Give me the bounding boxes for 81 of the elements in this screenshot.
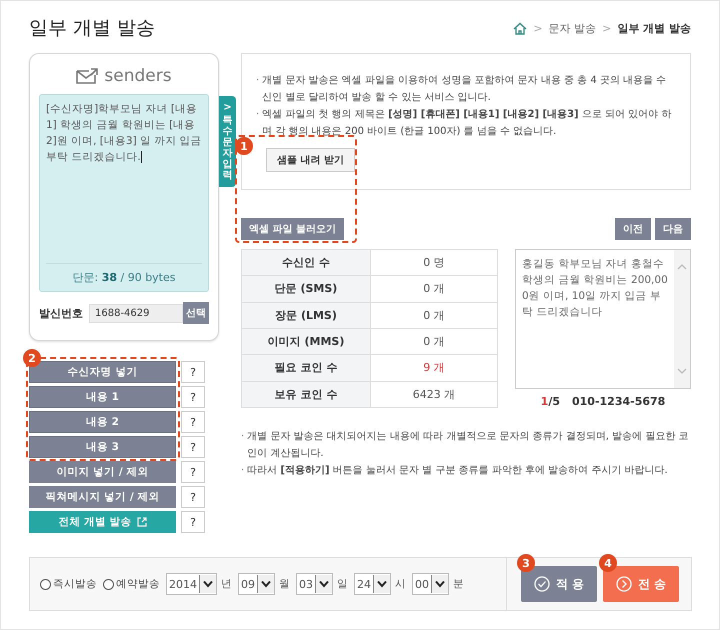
excel-load-button[interactable]: 엑셀 파일 불러오기 bbox=[241, 218, 344, 240]
unit-label: 분 bbox=[453, 577, 464, 591]
table-header-cell: 필요 코인 수 bbox=[242, 354, 370, 382]
dropdown[interactable]: 00 bbox=[412, 573, 449, 595]
dropdown[interactable]: 03 bbox=[296, 573, 333, 595]
sample-download-button[interactable]: 샘플 내려 받기 bbox=[266, 148, 355, 172]
table-header-cell: 장문 (LMS) bbox=[242, 302, 370, 328]
bullet: · bbox=[241, 464, 244, 478]
pager-button[interactable]: 이전 bbox=[615, 218, 651, 240]
insert-button[interactable]: 수신자명 넣기 bbox=[29, 361, 176, 383]
note-text: 따라서 [적용하기] 버튼을 눌러서 문자 별 구분 종류를 파악한 후에 발송하여 주시기 바랍니다. bbox=[247, 464, 668, 478]
table-cell: 9 개 bbox=[370, 354, 498, 382]
chevron-down-icon bbox=[435, 580, 445, 588]
special-character-tab[interactable]: > 특수문자 입력 bbox=[219, 96, 236, 187]
note-text: 개별 문자 발송은 대치되어지는 내용에 따라 개별적으로 문자의 종류가 결정되며, 발송에 필요한 코인이 계산됩니다. bbox=[247, 430, 690, 461]
action-button[interactable]: 적 용 bbox=[521, 566, 597, 602]
breadcrumb-link[interactable]: 일부 개별 발송 bbox=[617, 20, 691, 36]
table-cell: 0 개 bbox=[370, 328, 498, 355]
help-button[interactable]: ? bbox=[181, 461, 205, 483]
chevron-down-icon bbox=[203, 580, 213, 588]
check-circle-icon bbox=[534, 576, 550, 592]
table-header-cell: 보유 코인 수 bbox=[242, 381, 370, 408]
table-cell: 6423 개 bbox=[370, 381, 498, 408]
chevron-down-icon bbox=[377, 580, 387, 588]
dropdown[interactable]: 2014 bbox=[166, 573, 217, 595]
unit-label: 월 bbox=[279, 577, 290, 591]
bullet: · bbox=[241, 430, 244, 444]
sender-number-field[interactable]: 1688-4629 bbox=[89, 304, 183, 322]
help-button[interactable]: ? bbox=[181, 486, 205, 508]
table-header-cell: 단문 (SMS) bbox=[242, 276, 370, 302]
pager-button[interactable]: 다음 bbox=[655, 218, 691, 240]
callout-badge: 3 bbox=[517, 554, 535, 572]
table-header-cell: 이미지 (MMS) bbox=[242, 328, 370, 355]
insert-button[interactable]: 내용 3 bbox=[29, 436, 176, 458]
radio-label: 즉시발송 bbox=[53, 577, 97, 591]
table-cell: 0 개 bbox=[370, 302, 498, 328]
help-button[interactable]: ? bbox=[181, 511, 205, 533]
info-text: 엑셀 파일의 첫 행의 제목은 [성명] [휴대폰] [내용1] [내용2] [내용3] 으로 되어 있어야 하며 각 행의 내용은 200 바이트 (한글 100자) 를 넘을 수 없습니다. bbox=[262, 108, 672, 139]
unit-label: 시 bbox=[395, 577, 406, 591]
home-icon[interactable] bbox=[513, 22, 528, 34]
help-button[interactable]: ? bbox=[181, 361, 205, 383]
insert-button[interactable]: 이미지 넣기 / 제외 bbox=[29, 461, 176, 483]
breadcrumb-link[interactable]: 문자 발송 bbox=[548, 20, 596, 36]
info-text: 개별 문자 발송은 엑셀 파일을 이용하여 성명을 포함하여 문자 내용 중 총 4 곳의 내용을 수신인 별로 달리하여 발송 할 수 있는 서비스 입니다. bbox=[262, 74, 668, 105]
radio-button[interactable] bbox=[103, 578, 114, 590]
help-button[interactable]: ? bbox=[181, 411, 205, 433]
arrow-circle-icon bbox=[616, 576, 632, 592]
bullet: · bbox=[256, 108, 260, 122]
unit-label: 년 bbox=[221, 577, 232, 591]
dropdown[interactable]: 09 bbox=[238, 573, 275, 595]
table-header-cell: 수신인 수 bbox=[242, 250, 370, 276]
chevron-down-icon bbox=[261, 580, 271, 588]
table-cell: 0 개 bbox=[370, 276, 498, 302]
radio-label: 예약발송 bbox=[116, 577, 160, 591]
sender-label: 발신번호 bbox=[39, 306, 83, 320]
insert-button[interactable]: 내용 1 bbox=[29, 386, 176, 408]
brand-name: senders bbox=[104, 66, 172, 86]
preview-text: 홍길동 학부모님 자녀 홍철수 학생의 금월 학원비는 200,000원 이며, 10일 까지 입금 부탁 드리겠습니다 bbox=[521, 257, 669, 320]
breadcrumb-separator: > bbox=[533, 22, 543, 34]
breadcrumb-separator: > bbox=[602, 22, 612, 34]
byte-counter: 단문: 38 / 90 bytes bbox=[46, 263, 202, 285]
dropdown[interactable]: 24 bbox=[354, 573, 391, 595]
callout-badge: 2 bbox=[23, 349, 41, 367]
envelope-icon bbox=[76, 68, 98, 84]
message-field[interactable]: [수신자명]학부모님 자녀 [내용1] 학생의 금월 학원비는 [내용2]원 이며, [내용3] 일 까지 입금 부탁 드리겠습니다. 단문: 38 / 90 bytes bbox=[39, 94, 209, 292]
bullet: · bbox=[256, 74, 260, 88]
insert-button[interactable]: 내용 2 bbox=[29, 411, 176, 433]
callout-badge: 4 bbox=[599, 554, 617, 572]
chevron-down-icon bbox=[319, 580, 329, 588]
radio-button[interactable] bbox=[40, 578, 51, 590]
external-link-icon bbox=[136, 517, 147, 527]
page-title: 일부 개별 발송 bbox=[29, 16, 156, 41]
page-indicator: 1/5 bbox=[540, 395, 560, 408]
table-cell: 0 명 bbox=[370, 250, 498, 276]
phone-number: 010-1234-5678 bbox=[572, 395, 666, 408]
unit-label: 일 bbox=[337, 577, 348, 591]
help-button[interactable]: ? bbox=[181, 386, 205, 408]
help-button[interactable]: ? bbox=[181, 436, 205, 458]
callout-badge: 1 bbox=[235, 137, 253, 155]
select-button[interactable]: 선택 bbox=[183, 302, 209, 324]
insert-button[interactable]: 픽쳐메시지 넣기 / 제외 bbox=[29, 486, 176, 508]
